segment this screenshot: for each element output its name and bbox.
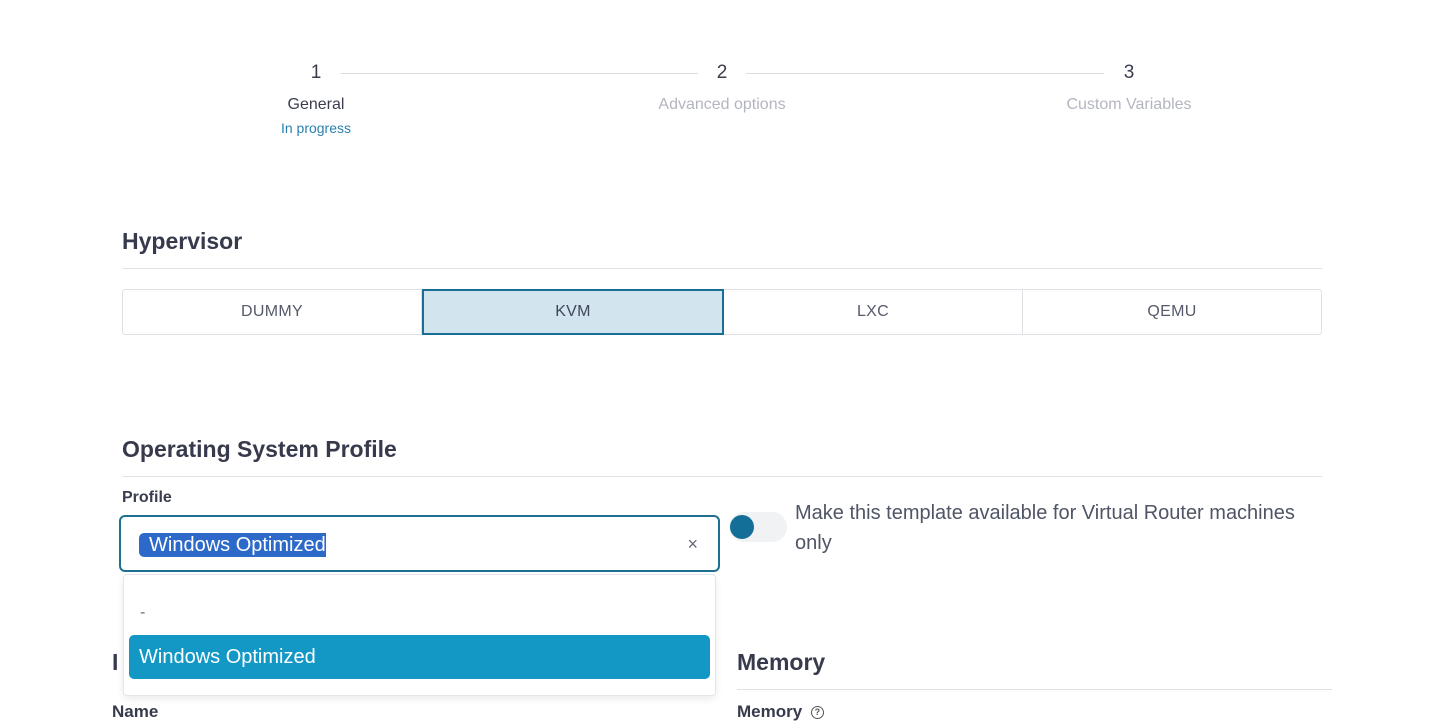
step-advanced-options[interactable]: 2 Advanced options — [632, 62, 812, 115]
dropdown-option-windows-optimized[interactable]: Windows Optimized — [129, 635, 710, 679]
memory-label: Memory — [737, 702, 803, 721]
name-label: Name — [112, 702, 159, 721]
memory-heading: Memory — [737, 649, 826, 675]
os-profile-heading: Operating System Profile — [122, 436, 397, 462]
virtual-router-toggle[interactable] — [729, 512, 787, 542]
dropdown-option-none[interactable]: - — [129, 591, 710, 635]
clear-icon[interactable]: × — [687, 534, 698, 554]
step-title: General — [287, 96, 345, 113]
divider — [122, 476, 1322, 477]
toggle-knob — [730, 515, 754, 539]
left-section-heading: I — [112, 649, 119, 675]
memory-label-row: Memory ? — [737, 702, 824, 722]
hypervisor-selector: DUMMY KVM LXC QEMU — [122, 289, 1322, 335]
hypervisor-option-lxc[interactable]: LXC — [724, 290, 1023, 334]
step-status: In progress — [280, 120, 352, 136]
divider — [737, 689, 1332, 690]
divider — [122, 268, 1322, 269]
step-number: 3 — [1123, 62, 1135, 83]
profile-select[interactable]: Windows Optimized × — [119, 515, 720, 572]
hypervisor-option-qemu[interactable]: QEMU — [1023, 290, 1321, 334]
hypervisor-heading: Hypervisor — [122, 228, 243, 254]
hypervisor-option-kvm[interactable]: KVM — [422, 289, 724, 335]
step-custom-variables[interactable]: 3 Custom Variables — [1039, 62, 1219, 115]
profile-dropdown: - Windows Optimized — [123, 574, 716, 696]
virtual-router-toggle-label: Make this template available for Virtual… — [795, 502, 1295, 554]
profile-label: Profile — [122, 489, 172, 506]
step-title: Advanced options — [658, 96, 786, 113]
profile-selected-value: Windows Optimized — [139, 533, 326, 557]
hypervisor-option-dummy[interactable]: DUMMY — [123, 290, 422, 334]
help-icon[interactable]: ? — [810, 706, 824, 720]
step-title: Custom Variables — [1066, 96, 1192, 113]
